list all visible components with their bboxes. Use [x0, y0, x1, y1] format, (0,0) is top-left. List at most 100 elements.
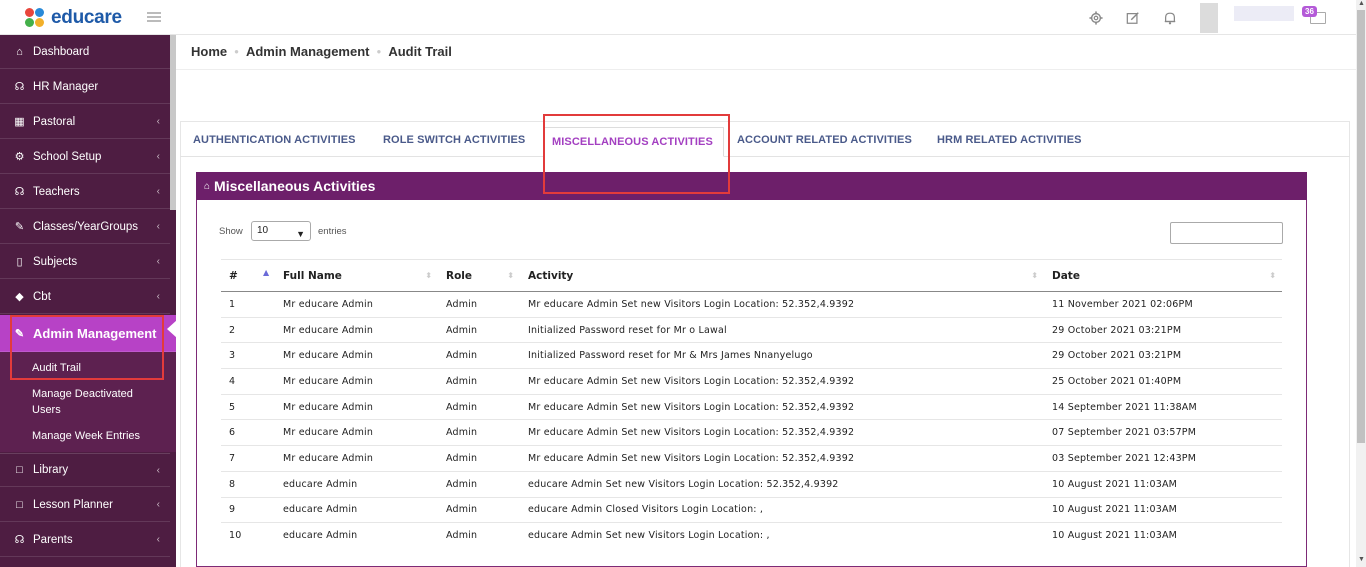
user-avatar[interactable]: [1200, 3, 1310, 33]
table-cell: 4: [221, 368, 275, 395]
sidebar-item-teachers[interactable]: ☊ Teachers ‹: [0, 175, 170, 209]
sidebar-item-label: Teachers: [33, 185, 80, 198]
table-cell: 10: [221, 522, 275, 549]
table-cell: 29 October 2021 03:21PM: [1044, 316, 1282, 343]
panel-title: Miscellaneous Activities: [214, 178, 376, 194]
sidebar-item-label: Classes/YearGroups: [33, 220, 139, 233]
chevron-left-icon: ‹: [156, 291, 160, 302]
table-cell: 03 September 2021 12:43PM: [1044, 445, 1282, 472]
table-cell: 1: [221, 291, 275, 318]
column-header-number[interactable]: # ▲: [221, 259, 275, 292]
logo-text: educare: [51, 7, 122, 28]
table-row: 7 Mr educare Admin Admin Mr educare Admin S…: [221, 445, 1282, 472]
sidebar-item-label: Lesson Planner: [33, 498, 113, 511]
sidebar-item-dashboard[interactable]: ⌂ Dashboard: [0, 35, 170, 69]
search-input[interactable]: [1170, 222, 1283, 244]
page-scrollbar[interactable]: ▲ ▼: [1356, 0, 1366, 567]
scrollbar-thumb[interactable]: [1357, 10, 1365, 443]
table-cell: Mr educare Admin: [275, 368, 438, 395]
table-cell: 8: [221, 470, 275, 497]
edit-icon[interactable]: [1125, 10, 1141, 26]
sort-icon: ⬍: [507, 271, 514, 280]
tab-hrm-related-activities[interactable]: HRM RELATED ACTIVITIES: [937, 134, 1082, 146]
column-header-date[interactable]: Date ⬍: [1044, 259, 1282, 292]
gear-icon[interactable]: [1088, 10, 1104, 26]
chevron-left-icon: ‹: [156, 256, 160, 267]
table-cell: Mr educare Admin Set new Visitors Login …: [520, 445, 1044, 472]
table-cell: Mr educare Admin Set new Visitors Login …: [520, 291, 1044, 318]
sidebar-item-classes[interactable]: ✎ Classes/YearGroups ‹: [0, 210, 170, 244]
sidebar-item-subjects[interactable]: ▯ Subjects ‹: [0, 245, 170, 279]
sort-icon: ⬍: [425, 271, 432, 280]
panel-header: ⌂ Miscellaneous Activities: [196, 172, 1307, 200]
table-cell: 6: [221, 419, 275, 446]
table-cell: educare Admin Set new Visitors Login Loc…: [520, 522, 1044, 549]
chevron-left-icon: ‹: [156, 151, 160, 162]
tab-account-related-activities[interactable]: ACCOUNT RELATED ACTIVITIES: [737, 134, 912, 146]
sidebar-item-pastoral[interactable]: ▦ Pastoral ‹: [0, 105, 170, 139]
table-cell: Admin: [438, 496, 520, 523]
sidebar-item-label: Subjects: [33, 255, 78, 268]
table-cell: Mr educare Admin: [275, 316, 438, 343]
entries-select[interactable]: 10 ▼: [251, 221, 311, 241]
breadcrumb-audit-trail: Audit Trail: [388, 44, 452, 59]
table-row: 9 educare Admin Admin educare Admin Closed …: [221, 496, 1282, 523]
table-cell: Initialized Password reset for Mr & Mrs …: [520, 342, 1044, 369]
table-cell: educare Admin Set new Visitors Login Loc…: [520, 470, 1044, 497]
table-cell: Mr educare Admin Set new Visitors Login …: [520, 368, 1044, 395]
chevron-left-icon: ‹: [156, 499, 160, 510]
table-cell: educare Admin: [275, 496, 438, 523]
table-cell: Admin: [438, 419, 520, 446]
sidebar-item-parents[interactable]: ☊ Parents ‹: [0, 523, 170, 557]
table-cell: Admin: [438, 445, 520, 472]
bell-icon[interactable]: [1162, 10, 1178, 26]
hamburger-menu-icon[interactable]: [147, 12, 161, 22]
edit-icon: ✎: [14, 221, 25, 233]
table-cell: Admin: [438, 522, 520, 549]
square-icon: □: [16, 464, 23, 476]
sidebar-item-lesson-planner[interactable]: □ Lesson Planner ‹: [0, 488, 170, 522]
table-cell: 3: [221, 342, 275, 369]
table-row: 4 Mr educare Admin Admin Mr educare Admin S…: [221, 368, 1282, 395]
column-header-activity[interactable]: Activity ⬍: [520, 259, 1044, 292]
sidebar-item-hr-manager[interactable]: ☊ HR Manager: [0, 70, 170, 104]
table-cell: 7: [221, 445, 275, 472]
sort-icon: ⬍: [1031, 271, 1038, 280]
table-cell: Admin: [438, 393, 520, 420]
scroll-up-arrow-icon[interactable]: ▲: [1358, 0, 1365, 7]
tab-authentication-activities[interactable]: AUTHENTICATION ACTIVITIES: [193, 134, 356, 146]
column-header-role[interactable]: Role ⬍: [438, 259, 520, 292]
sidebar-item-school-setup[interactable]: ⚙ School Setup ‹: [0, 140, 170, 174]
users-icon: ☊: [14, 81, 25, 93]
table-row: 6 Mr educare Admin Admin Mr educare Admin S…: [221, 419, 1282, 446]
entries-value: 10: [257, 225, 269, 236]
users-icon: ☊: [14, 186, 25, 198]
table-cell: Mr educare Admin: [275, 342, 438, 369]
scroll-down-arrow-icon[interactable]: ▼: [1358, 556, 1365, 563]
sidebar-item-library[interactable]: □ Library ‹: [0, 453, 170, 487]
graduation-cap-icon: ◆: [15, 291, 24, 303]
book-icon: ▯: [16, 256, 23, 268]
submenu-manage-deactivated-users[interactable]: Manage Deactivated Users: [32, 386, 162, 418]
entries-label: entries: [318, 226, 347, 237]
tab-role-switch-activities[interactable]: ROLE SWITCH ACTIVITIES: [383, 134, 525, 146]
sidebar-item-cbt[interactable]: ◆ Cbt ‹: [0, 280, 170, 314]
sidebar-item-label: Parents: [33, 533, 73, 546]
breadcrumb-home[interactable]: Home: [191, 44, 227, 59]
column-header-full-name[interactable]: Full Name ⬍: [275, 259, 438, 292]
table-cell: Admin: [438, 342, 520, 369]
table-cell: Mr educare Admin: [275, 445, 438, 472]
table-cell: Admin: [438, 368, 520, 395]
table-cell: 9: [221, 496, 275, 523]
home-icon: ⌂: [16, 45, 23, 58]
table-cell: 25 October 2021 01:40PM: [1044, 368, 1282, 395]
submenu-manage-week-entries[interactable]: Manage Week Entries: [32, 428, 140, 444]
table-row: 8 educare Admin Admin educare Admin Set new…: [221, 470, 1282, 497]
chevron-down-icon: ▼: [296, 229, 305, 239]
breadcrumb-admin-management[interactable]: Admin Management: [246, 44, 370, 59]
table-cell: Mr educare Admin: [275, 419, 438, 446]
educare-logo[interactable]: educare: [24, 7, 122, 28]
logo-mark-icon: [24, 8, 46, 28]
table-cell: Mr educare Admin: [275, 393, 438, 420]
chevron-left-icon: ‹: [156, 221, 160, 232]
